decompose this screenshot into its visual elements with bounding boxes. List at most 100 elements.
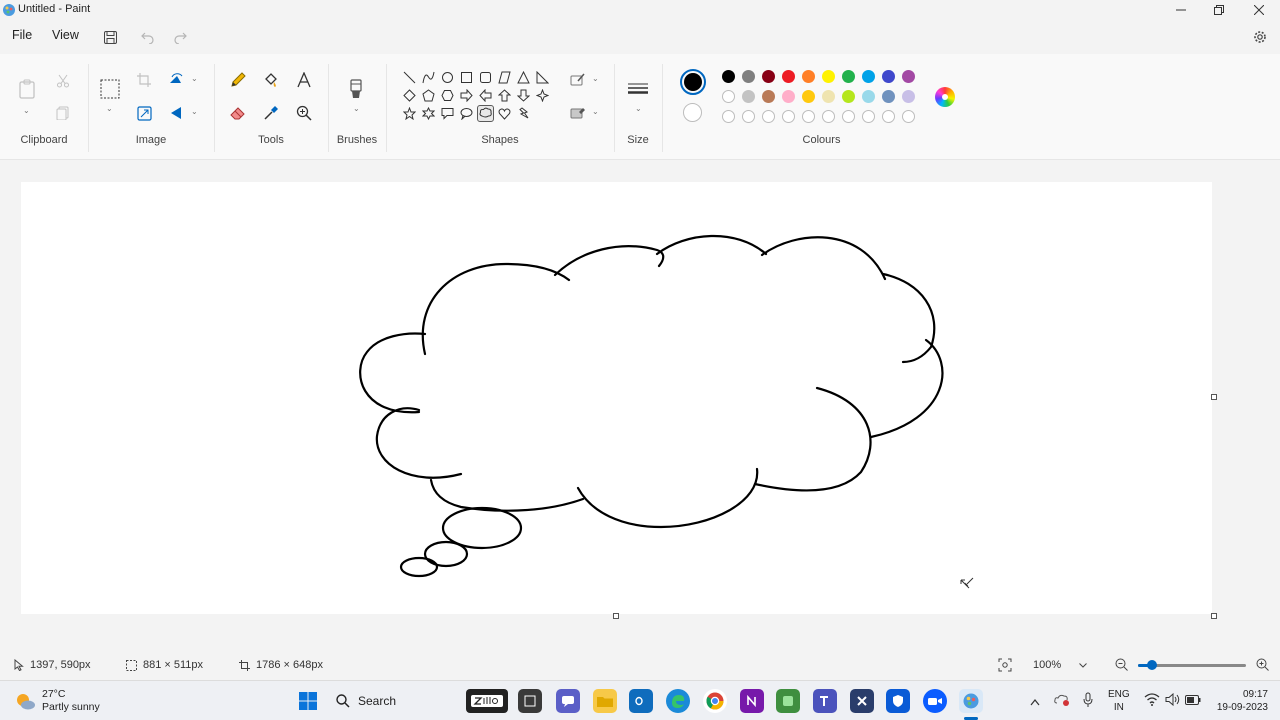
taskbar-paint-active[interactable] — [959, 689, 983, 713]
cut-button[interactable] — [52, 70, 74, 92]
zoom-in-button[interactable] — [1256, 658, 1270, 672]
flip-chevron-icon[interactable]: ⌄ — [191, 107, 198, 116]
pentagon-shape[interactable] — [420, 87, 437, 104]
colour-swatch[interactable] — [902, 70, 915, 83]
taskbar-chrome[interactable] — [703, 689, 727, 713]
file-menu[interactable]: File — [12, 28, 32, 42]
outline-chevron-icon[interactable]: ⌄ — [592, 74, 599, 83]
cloud-callout-drawing[interactable] — [21, 182, 1212, 614]
five-point-star-shape[interactable] — [401, 105, 418, 122]
taskbar-teams[interactable] — [813, 689, 837, 713]
custom-colour-slot[interactable] — [742, 110, 755, 123]
diamond-shape[interactable] — [401, 87, 418, 104]
save-button[interactable] — [101, 28, 119, 46]
colour-swatch[interactable] — [782, 90, 795, 103]
rectangle-shape[interactable] — [458, 69, 475, 86]
oval-callout-shape[interactable] — [458, 105, 475, 122]
six-point-star-shape[interactable] — [420, 105, 437, 122]
fill-style-button[interactable] — [567, 102, 589, 124]
colour-swatch[interactable] — [882, 70, 895, 83]
colour-swatch[interactable] — [842, 90, 855, 103]
start-button[interactable] — [296, 689, 320, 713]
colour-swatch[interactable] — [822, 70, 835, 83]
canvas-workspace[interactable] — [0, 161, 1280, 651]
oval-shape[interactable] — [439, 69, 456, 86]
down-arrow-shape[interactable] — [515, 87, 532, 104]
zoom-slider-thumb[interactable] — [1147, 660, 1158, 670]
colour-swatch[interactable] — [762, 90, 775, 103]
select-chevron-icon[interactable]: ⌄ — [106, 104, 113, 113]
heart-shape[interactable] — [496, 105, 513, 122]
undo-button[interactable] — [138, 28, 156, 46]
right-arrow-shape[interactable] — [458, 87, 475, 104]
language-indicator[interactable]: ENG IN — [1108, 688, 1130, 714]
outline-button[interactable] — [567, 69, 589, 91]
colour-swatch[interactable] — [902, 90, 915, 103]
curve-shape[interactable] — [420, 69, 437, 86]
zoom-dropdown[interactable]: 100% — [1025, 655, 1095, 675]
up-arrow-shape[interactable] — [496, 87, 513, 104]
maximize-button[interactable] — [1200, 0, 1238, 20]
clock[interactable]: 09:17 19-09-2023 — [1208, 688, 1268, 714]
weather-widget[interactable]: 27°C Partly sunny — [14, 688, 100, 714]
colour-swatch[interactable] — [722, 70, 735, 83]
paste-chevron-icon[interactable]: ⌄ — [23, 106, 30, 115]
custom-colour-slot[interactable] — [882, 110, 895, 123]
colour-swatch[interactable] — [742, 90, 755, 103]
network-button[interactable] — [1144, 693, 1160, 711]
eraser-button[interactable] — [227, 102, 249, 124]
colour-swatch[interactable] — [862, 90, 875, 103]
edit-colours-button[interactable] — [935, 87, 955, 107]
rectangle-callout-shape[interactable] — [439, 105, 456, 122]
view-menu[interactable]: View — [52, 28, 79, 42]
brushes-button[interactable] — [345, 78, 367, 100]
colour-swatch[interactable] — [802, 90, 815, 103]
canvas-resize-handle-corner[interactable] — [1211, 613, 1217, 619]
microphone-button[interactable] — [1083, 692, 1093, 713]
taskbar-onenote[interactable] — [740, 689, 764, 713]
cloud-callout-shape[interactable] — [477, 105, 494, 122]
color-picker-button[interactable] — [260, 102, 282, 124]
taskbar-app[interactable] — [776, 689, 800, 713]
rotate-chevron-icon[interactable]: ⌄ — [191, 74, 198, 83]
custom-colour-slot[interactable] — [762, 110, 775, 123]
polygon-shape[interactable] — [496, 69, 513, 86]
lightning-shape[interactable] — [515, 105, 532, 122]
rounded-rectangle-shape[interactable] — [477, 69, 494, 86]
custom-colour-slot[interactable] — [782, 110, 795, 123]
taskbar-outlook[interactable] — [629, 689, 653, 713]
fill-button[interactable] — [260, 69, 282, 91]
settings-button[interactable] — [1251, 28, 1269, 46]
taskbar-app-2[interactable] — [850, 689, 874, 713]
resize-button[interactable] — [133, 102, 155, 124]
size-button[interactable] — [627, 78, 649, 100]
close-button[interactable] — [1240, 0, 1278, 20]
taskbar-zoom[interactable] — [923, 689, 947, 713]
colour-swatch[interactable] — [822, 90, 835, 103]
redo-button[interactable] — [171, 28, 189, 46]
text-button[interactable] — [293, 69, 315, 91]
size-chevron-icon[interactable]: ⌄ — [635, 104, 642, 113]
paste-button[interactable] — [16, 78, 38, 100]
tray-app-icon-button[interactable] — [1054, 693, 1070, 712]
zoom-out-button[interactable] — [1115, 658, 1129, 672]
colour-swatch[interactable] — [742, 70, 755, 83]
canvas-resize-handle-right[interactable] — [1211, 394, 1217, 400]
secondary-colour-selector[interactable] — [683, 103, 702, 122]
taskbar-task-view[interactable] — [518, 689, 542, 713]
copy-button[interactable] — [52, 102, 74, 124]
fill-style-chevron-icon[interactable]: ⌄ — [592, 107, 599, 116]
taskbar-security[interactable] — [886, 689, 910, 713]
taskbar-teams-chat[interactable] — [556, 689, 580, 713]
colour-swatch[interactable] — [842, 70, 855, 83]
triangle-shape[interactable] — [515, 69, 532, 86]
canvas-resize-handle-bottom[interactable] — [613, 613, 619, 619]
minimize-button[interactable] — [1162, 0, 1200, 20]
colour-swatch[interactable] — [782, 70, 795, 83]
right-triangle-shape[interactable] — [534, 69, 551, 86]
drawing-canvas[interactable] — [21, 182, 1212, 614]
magnifier-button[interactable] — [293, 102, 315, 124]
taskbar-search[interactable]: Search — [330, 689, 450, 713]
hexagon-shape[interactable] — [439, 87, 456, 104]
colour-swatch[interactable] — [882, 90, 895, 103]
